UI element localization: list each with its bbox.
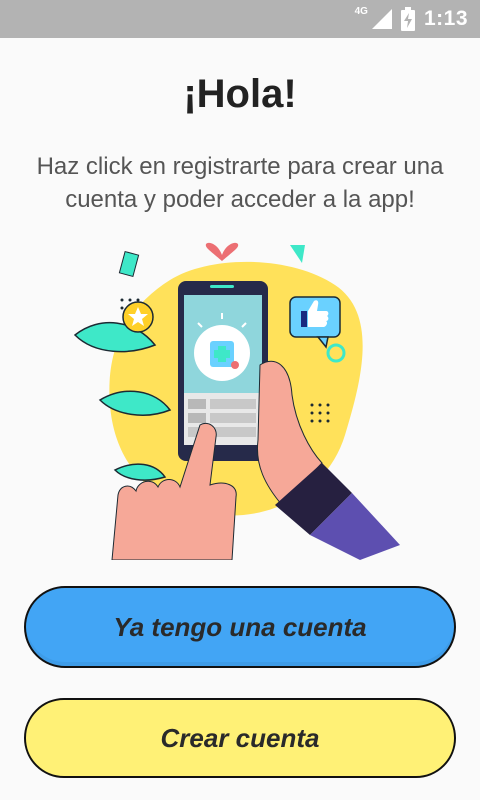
register-button-label: Crear cuenta [160,722,320,753]
status-bar: 4G 1:13 [0,0,480,38]
status-icons: 4G 1:13 [355,0,468,38]
clock: 1:13 [423,7,468,30]
register-button[interactable]: Crear cuenta [24,698,456,778]
battery-charging-icon [400,7,415,31]
teal-triangle [290,245,305,263]
page-subtitle: Haz click en registrarte para crear una … [36,153,444,213]
welcome-illustration [73,242,400,560]
phone [178,281,268,461]
page-title: ¡Hola! [183,72,297,116]
medical-icon [194,325,250,381]
teal-shape [118,250,140,278]
star-icon [122,301,154,333]
login-button[interactable]: Ya tengo una cuenta [24,586,456,668]
login-button-label: Ya tengo una cuenta [113,611,367,642]
network-type: 4G [354,5,368,17]
signal-icon [371,9,392,29]
heart-icon [205,242,239,261]
